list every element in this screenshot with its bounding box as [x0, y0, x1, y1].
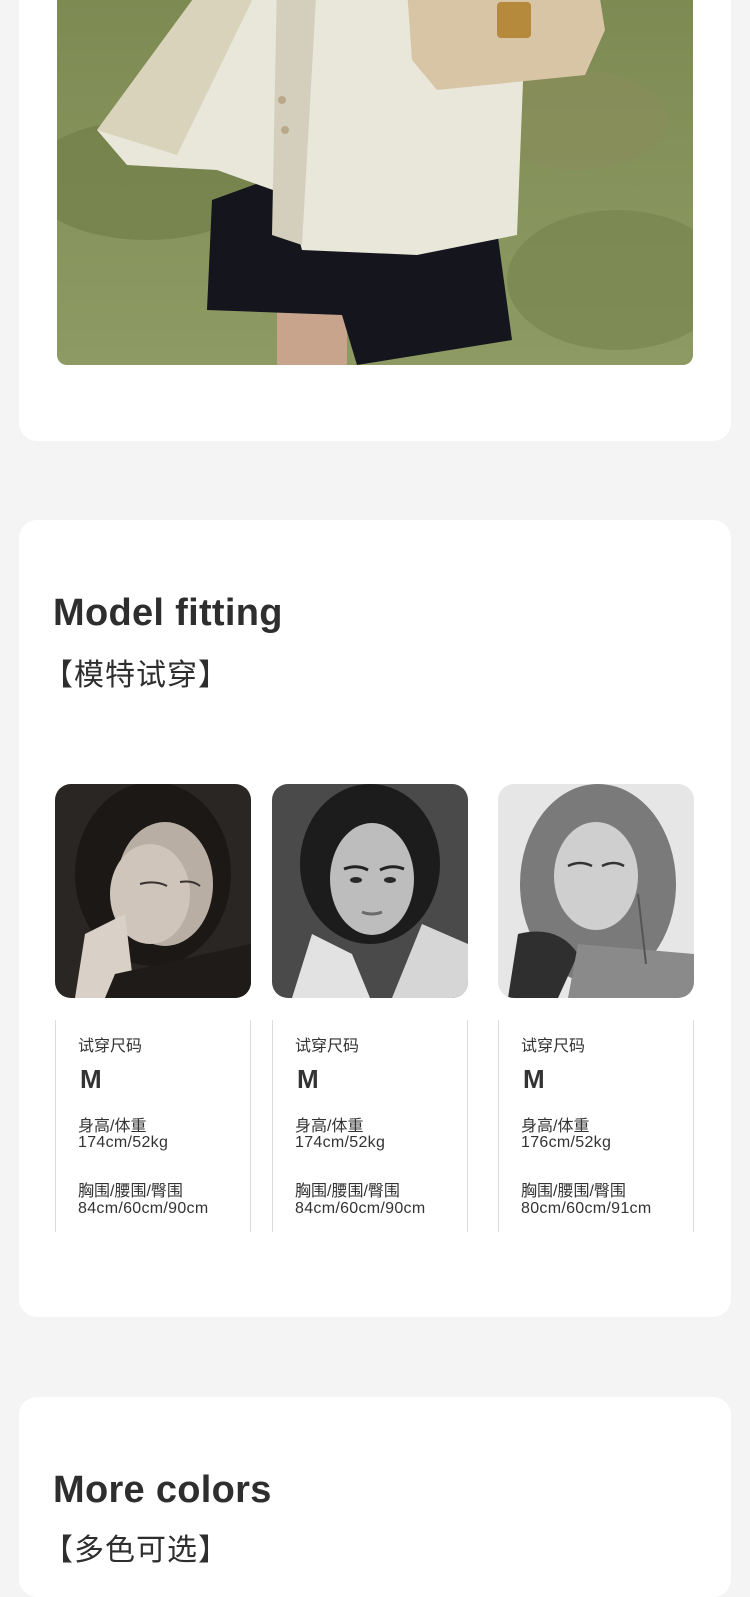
hero-card — [19, 0, 731, 441]
height-weight-value: 176cm/52kg — [521, 1134, 612, 1151]
measurements-label: 胸围/腰围/臀围 — [78, 1183, 183, 1200]
size-value: M — [523, 1064, 545, 1094]
model-fitting-card: Model fitting 【模特试穿】 试穿尺码 M 身高/体重 174cm/… — [19, 520, 731, 1317]
hero-photo[interactable] — [57, 0, 693, 365]
measurements-value: 84cm/60cm/90cm — [78, 1200, 209, 1217]
measurements-label: 胸围/腰围/臀围 — [295, 1183, 400, 1200]
section-title: Model fitting — [53, 592, 283, 634]
more-colors-card: More colors 【多色可选】 — [19, 1397, 731, 1597]
model-photo-2[interactable] — [272, 784, 468, 998]
model-spec-1: 试穿尺码 M 身高/体重 174cm/52kg 胸围/腰围/臀围 84cm/60… — [55, 1020, 251, 1232]
height-weight-label: 身高/体重 — [78, 1118, 147, 1135]
measurements-value: 84cm/60cm/90cm — [295, 1200, 426, 1217]
model-card-2: 试穿尺码 M 身高/体重 174cm/52kg 胸围/腰围/臀围 84cm/60… — [272, 784, 468, 1232]
size-label: 试穿尺码 — [78, 1038, 143, 1055]
size-label: 试穿尺码 — [521, 1038, 586, 1055]
section-title: More colors — [53, 1469, 272, 1511]
size-label: 试穿尺码 — [295, 1038, 360, 1055]
size-value: M — [297, 1064, 319, 1094]
section-subtitle: 【多色可选】 — [43, 1534, 229, 1567]
measurements-label: 胸围/腰围/臀围 — [521, 1183, 626, 1200]
model-card-3: 试穿尺码 M 身高/体重 176cm/52kg 胸围/腰围/臀围 80cm/60… — [498, 784, 694, 1232]
height-weight-value: 174cm/52kg — [78, 1134, 169, 1151]
model-photo-1[interactable] — [55, 784, 251, 998]
height-weight-label: 身高/体重 — [295, 1118, 364, 1135]
height-weight-value: 174cm/52kg — [295, 1134, 386, 1151]
model-photo-3[interactable] — [498, 784, 694, 998]
model-spec-2: 试穿尺码 M 身高/体重 174cm/52kg 胸围/腰围/臀围 84cm/60… — [272, 1020, 468, 1232]
size-value: M — [80, 1064, 102, 1094]
section-subtitle: 【模特试穿】 — [43, 659, 229, 692]
model-spec-3: 试穿尺码 M 身高/体重 176cm/52kg 胸围/腰围/臀围 80cm/60… — [498, 1020, 694, 1232]
height-weight-label: 身高/体重 — [521, 1118, 590, 1135]
model-card-1: 试穿尺码 M 身高/体重 174cm/52kg 胸围/腰围/臀围 84cm/60… — [55, 784, 251, 1232]
measurements-value: 80cm/60cm/91cm — [521, 1200, 652, 1217]
